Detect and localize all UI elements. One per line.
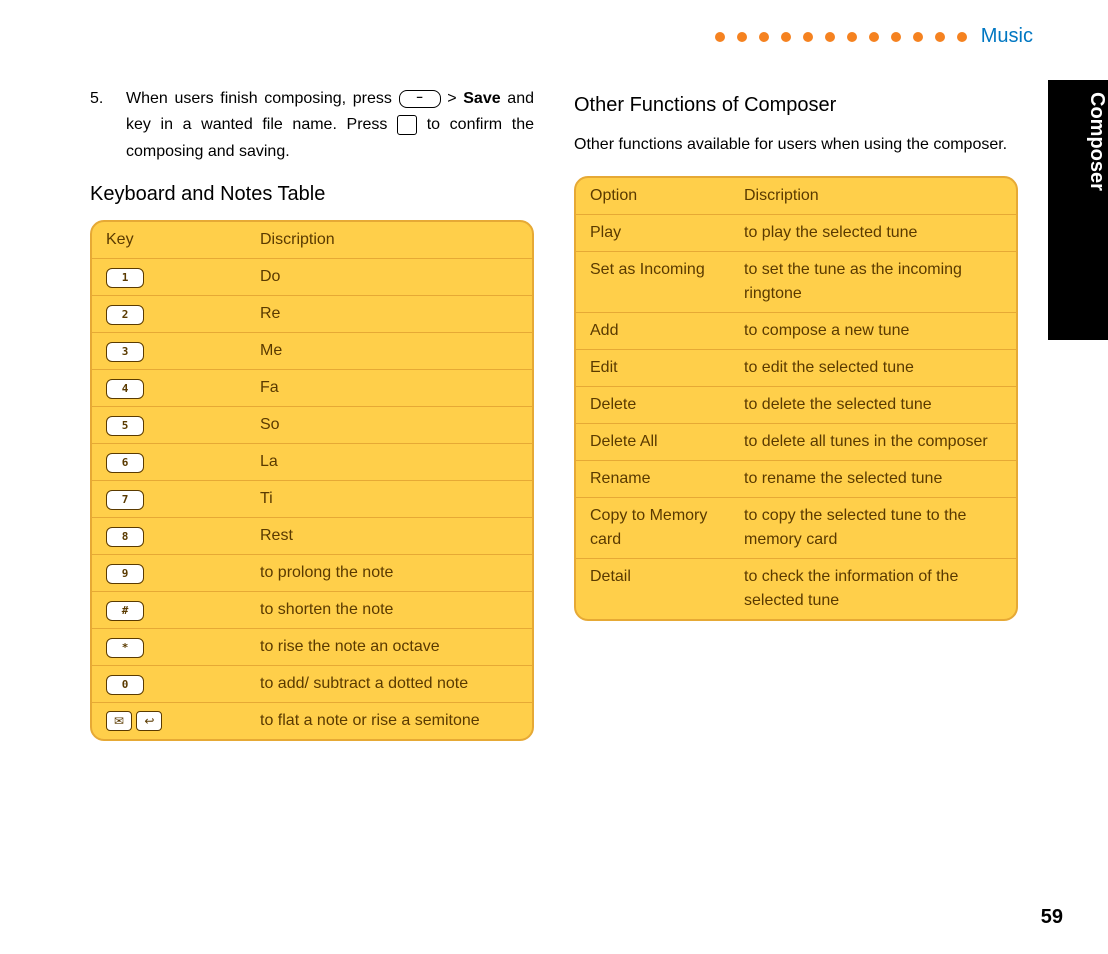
side-tab-composer: Composer bbox=[1048, 80, 1108, 340]
note-desc: to shorten the note bbox=[246, 592, 532, 629]
page-number: 59 bbox=[1041, 906, 1063, 929]
fn-desc: to compose a new tune bbox=[730, 313, 1016, 350]
keypad-7-icon: 7 bbox=[106, 490, 144, 510]
step-text-b: > bbox=[447, 90, 463, 107]
fn-desc: to set the tune as the incoming ringtone bbox=[730, 252, 1016, 313]
right-column: Other Functions of Composer Other functi… bbox=[574, 86, 1018, 741]
keypad-1-icon: 1 bbox=[106, 268, 144, 288]
section-title: Music bbox=[981, 25, 1033, 48]
fn-desc: to rename the selected tune bbox=[730, 461, 1016, 498]
fns-head-option: Option bbox=[576, 178, 730, 215]
fn-option: Play bbox=[576, 215, 730, 252]
header-band: Music bbox=[715, 25, 1033, 48]
ok-key-icon bbox=[397, 115, 417, 135]
note-desc: to rise the note an octave bbox=[246, 629, 532, 666]
note-desc: So bbox=[246, 407, 532, 444]
fn-option: Delete bbox=[576, 387, 730, 424]
step-text: When users finish composing, press − > S… bbox=[126, 86, 534, 165]
left-column: 5. When users finish composing, press − … bbox=[90, 86, 534, 741]
fn-desc: to edit the selected tune bbox=[730, 350, 1016, 387]
keypad-4-icon: 4 bbox=[106, 379, 144, 399]
keypad-5-icon: 5 bbox=[106, 416, 144, 436]
return-key-icon: ↩ bbox=[136, 711, 162, 731]
fn-option: Edit bbox=[576, 350, 730, 387]
keypad-hash-icon: # bbox=[106, 601, 144, 621]
save-label: Save bbox=[463, 90, 500, 107]
decorative-dots bbox=[715, 32, 967, 42]
keypad-0-icon: 0 bbox=[106, 675, 144, 695]
note-desc: to add/ subtract a dotted note bbox=[246, 666, 532, 703]
fn-option: Rename bbox=[576, 461, 730, 498]
note-desc: Rest bbox=[246, 518, 532, 555]
note-desc: Re bbox=[246, 296, 532, 333]
notes-table-heading: Keyboard and Notes Table bbox=[90, 183, 534, 206]
note-desc: Me bbox=[246, 333, 532, 370]
fn-desc: to delete the selected tune bbox=[730, 387, 1016, 424]
other-functions-intro: Other functions available for users when… bbox=[574, 131, 1018, 158]
step-text-a: When users finish composing, press bbox=[126, 90, 399, 107]
note-desc: La bbox=[246, 444, 532, 481]
note-desc: to prolong the note bbox=[246, 555, 532, 592]
keypad-9-icon: 9 bbox=[106, 564, 144, 584]
fn-option: Add bbox=[576, 313, 730, 350]
fns-head-desc: Discription bbox=[730, 178, 1016, 215]
notes-head-desc: Discription bbox=[246, 222, 532, 259]
step-number: 5. bbox=[90, 86, 112, 165]
note-desc: to flat a note or rise a semitone bbox=[246, 703, 532, 739]
fn-desc: to delete all tunes in the composer bbox=[730, 424, 1016, 461]
keypad-8-icon: 8 bbox=[106, 527, 144, 547]
other-functions-table: Option Discription Playto play the selec… bbox=[574, 176, 1018, 621]
note-desc: Ti bbox=[246, 481, 532, 518]
notes-head-key: Key bbox=[92, 222, 246, 259]
fn-desc: to check the information of the selected… bbox=[730, 559, 1016, 619]
step-5: 5. When users finish composing, press − … bbox=[90, 86, 534, 165]
fn-option: Copy to Memory card bbox=[576, 498, 730, 559]
fn-desc: to copy the selected tune to the memory … bbox=[730, 498, 1016, 559]
message-key-icon: ✉ bbox=[106, 711, 132, 731]
keypad-star-icon: * bbox=[106, 638, 144, 658]
keypad-6-icon: 6 bbox=[106, 453, 144, 473]
softkey-icon: − bbox=[399, 90, 441, 108]
keypad-3-icon: 3 bbox=[106, 342, 144, 362]
fn-option: Set as Incoming bbox=[576, 252, 730, 313]
note-desc: Fa bbox=[246, 370, 532, 407]
note-desc: Do bbox=[246, 259, 532, 296]
keyboard-notes-table: Key Discription 1Do 2Re 3Me 4Fa 5So 6La … bbox=[90, 220, 534, 741]
other-functions-heading: Other Functions of Composer bbox=[574, 94, 1018, 117]
keypad-2-icon: 2 bbox=[106, 305, 144, 325]
fn-option: Detail bbox=[576, 559, 730, 619]
fn-desc: to play the selected tune bbox=[730, 215, 1016, 252]
fn-option: Delete All bbox=[576, 424, 730, 461]
